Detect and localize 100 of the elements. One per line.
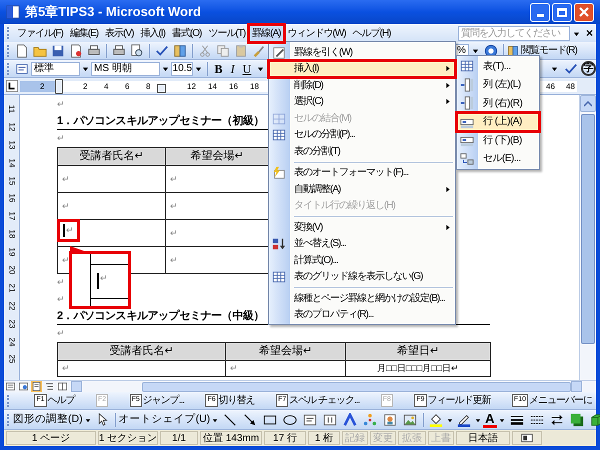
style-dropdown[interactable]: 標準 [31, 62, 80, 76]
check-mark-icon[interactable] [155, 44, 169, 58]
scroll-thumb[interactable] [142, 382, 571, 392]
dropdown-arrow-icon[interactable] [472, 47, 479, 54]
menu-item[interactable]: 表の分割(T) [269, 143, 455, 160]
underline-button[interactable]: U [238, 60, 256, 78]
menu-item[interactable]: 行 (下)(B) [457, 131, 539, 150]
diagram-icon[interactable] [363, 412, 378, 426]
menu-item[interactable]: セルの分割(P)... [269, 126, 455, 143]
menu-item[interactable]: 自動調整(A) [269, 181, 455, 198]
dropdown-arrow-icon[interactable] [194, 65, 202, 72]
right-indent-marker[interactable] [157, 84, 166, 93]
menu-item[interactable]: 列 (左)(L) [457, 76, 539, 94]
menu-item[interactable]: 編集(E) [66, 24, 102, 42]
ime-pad-icon[interactable] [521, 432, 533, 444]
clipart-icon[interactable] [383, 412, 398, 426]
menu-item[interactable]: 削除(D) [269, 77, 455, 94]
double-arrow-icon[interactable] [550, 412, 564, 426]
shadow-square-icon[interactable] [570, 412, 584, 426]
dropdown-arrow-icon[interactable] [475, 416, 482, 422]
menu-item[interactable]: 表(T)... [457, 57, 539, 76]
maximize-button[interactable] [552, 2, 572, 22]
page-icon[interactable] [69, 44, 83, 58]
dropdown-arrow-icon[interactable] [447, 416, 454, 422]
dropdown-arrow-icon[interactable] [257, 65, 264, 72]
view-print-icon[interactable] [31, 381, 42, 392]
book-icon[interactable] [173, 44, 187, 58]
font-dropdown[interactable]: MS 明朝 [91, 62, 160, 76]
menu-item[interactable]: 表のオートフォーマット(F)... [269, 160, 455, 181]
menu-item[interactable]: ファイル(F) [14, 24, 66, 42]
view-reading-icon[interactable] [57, 381, 68, 392]
dropdown-arrow-icon[interactable] [82, 65, 89, 72]
clipboard-icon[interactable] [234, 44, 248, 58]
menu-item[interactable]: 計算式(O)... [269, 252, 455, 268]
menu-item[interactable]: ヘルプ(H) [350, 24, 394, 42]
menu-item[interactable]: 罫線を引く(W) [269, 44, 455, 60]
cube-icon[interactable] [590, 412, 600, 426]
dropdown-arrow-icon[interactable] [551, 65, 558, 72]
dropdown-arrow-icon[interactable] [212, 416, 218, 422]
function-key-label[interactable]: メニューバーに [528, 393, 592, 408]
text-box-icon[interactable] [303, 412, 318, 426]
menu-item[interactable]: 行 (上)(A) [457, 112, 539, 131]
menu-item[interactable]: セル(E)... [457, 150, 539, 168]
book-icon[interactable] [506, 44, 519, 56]
oval-icon[interactable] [283, 412, 298, 426]
printer-icon[interactable] [112, 44, 126, 58]
dropdown-arrow-icon[interactable] [162, 65, 169, 72]
picture-icon[interactable] [403, 412, 418, 426]
pen-icon[interactable] [457, 412, 472, 426]
dropdown-arrow-icon[interactable] [572, 30, 580, 36]
font-size-dropdown[interactable]: 10.5 [170, 62, 193, 76]
line-icon[interactable] [223, 412, 238, 426]
menu-item[interactable]: 表示(V) [102, 24, 136, 42]
dropdown-arrow-icon[interactable] [84, 416, 91, 422]
circled-character-button[interactable]: 字 [581, 61, 596, 76]
scroll-thumb[interactable] [581, 114, 595, 344]
menu-item[interactable]: 変換(V) [269, 214, 455, 236]
rectangle-icon[interactable] [263, 412, 278, 426]
menu-item[interactable]: 並べ替え(S)... [269, 236, 455, 252]
italic-button[interactable]: I [226, 60, 239, 78]
function-key-label[interactable]: スペル チェック... [289, 393, 360, 408]
tab-stop-icon[interactable] [6, 80, 18, 92]
menu-item[interactable]: 列 (右)(R) [457, 94, 539, 112]
menu-item[interactable]: 挿入(I) [137, 24, 168, 42]
function-key-label[interactable]: ヘルプ [48, 393, 75, 408]
function-key-label[interactable]: 切り替え [218, 393, 255, 408]
view-outline-icon[interactable] [44, 381, 55, 392]
menu-item[interactable]: 表のプロパティ(R)... [269, 306, 455, 323]
status-bar-field: 位置 143mm [200, 431, 262, 445]
paint-bucket-icon[interactable] [429, 412, 444, 426]
styles-icon[interactable] [15, 62, 29, 76]
function-key-label[interactable]: ジャンプ... [142, 393, 184, 408]
menu-item[interactable]: 線種とページ罫線と網かけの設定(B)... [269, 285, 455, 306]
reading-mode-button[interactable]: 閲覧モード(R) [520, 43, 577, 58]
indent-marker[interactable] [55, 79, 63, 94]
brush-icon[interactable] [252, 44, 266, 58]
printer-icon[interactable] [87, 44, 101, 58]
close-document-button[interactable]: × [582, 24, 596, 42]
menu-item[interactable]: 挿入(I) [269, 60, 455, 77]
menu-item[interactable]: 書式(O) [168, 24, 204, 42]
minimize-button[interactable] [530, 2, 550, 22]
arrange-menu-button[interactable]: 図形の調整(D) [13, 412, 83, 428]
help-search-field[interactable]: 質問を入力してください [458, 26, 570, 40]
menu-item[interactable]: ツール(T) [205, 24, 248, 42]
view-normal-icon[interactable] [5, 381, 16, 392]
magnifier-icon[interactable] [130, 44, 144, 58]
check-mark-icon[interactable] [564, 62, 578, 76]
scroll-up-button[interactable] [580, 95, 596, 112]
close-button[interactable] [574, 2, 594, 22]
arrow-icon[interactable] [243, 412, 258, 426]
dropdown-arrow-icon[interactable] [498, 416, 505, 422]
menu-item[interactable]: 表のグリッド線を表示しない(G) [269, 268, 455, 285]
menu-item[interactable]: 罫線(A) [249, 24, 284, 42]
view-web-icon[interactable] [18, 381, 29, 392]
menu-item[interactable]: ウィンドウ(W) [284, 24, 349, 42]
function-key-label[interactable]: フィールド更新 [428, 393, 491, 408]
menu-item[interactable]: 選択(C) [269, 94, 455, 110]
autoshapes-menu-button[interactable]: オートシェイプ(U) [118, 412, 210, 428]
bold-button[interactable]: B [210, 60, 227, 78]
vertical-text-box-icon[interactable] [323, 412, 338, 426]
